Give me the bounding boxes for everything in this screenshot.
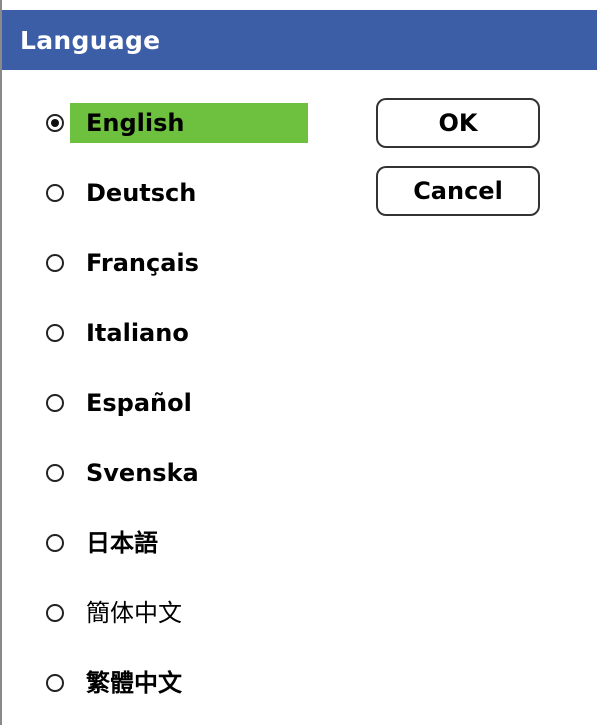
radio-unselected-icon[interactable] <box>46 184 64 202</box>
language-option-deutsch[interactable]: Deutsch <box>46 173 346 213</box>
language-dialog: Language English Deutsch Français Italia… <box>0 0 597 725</box>
language-label-japanese: 日本語 <box>86 529 158 557</box>
language-label-deutsch: Deutsch <box>86 179 197 207</box>
language-label-espanol: Español <box>86 389 192 417</box>
ok-button[interactable]: OK <box>376 98 540 148</box>
language-option-japanese[interactable]: 日本語 <box>46 523 346 563</box>
language-option-traditional-chinese[interactable]: 繁體中文 <box>46 663 346 703</box>
radio-unselected-icon[interactable] <box>46 394 64 412</box>
radio-unselected-icon[interactable] <box>46 534 64 552</box>
language-option-english[interactable]: English <box>46 103 346 143</box>
language-option-svenska[interactable]: Svenska <box>46 453 346 493</box>
language-label-francais: Français <box>86 249 199 277</box>
language-label-svenska: Svenska <box>86 459 199 487</box>
radio-unselected-icon[interactable] <box>46 604 64 622</box>
radio-unselected-icon[interactable] <box>46 254 64 272</box>
language-label-traditional-chinese: 繁體中文 <box>86 669 182 697</box>
language-option-italiano[interactable]: Italiano <box>46 313 346 353</box>
radio-unselected-icon[interactable] <box>46 464 64 482</box>
language-label-english: English <box>70 103 308 143</box>
radio-selected-icon[interactable] <box>46 114 64 132</box>
cancel-button[interactable]: Cancel <box>376 166 540 216</box>
radio-unselected-icon[interactable] <box>46 324 64 342</box>
dialog-title: Language <box>20 26 161 55</box>
language-label-simplified-chinese: 簡体中文 <box>86 599 182 627</box>
language-option-simplified-chinese[interactable]: 簡体中文 <box>46 593 346 633</box>
language-label-italiano: Italiano <box>86 319 189 347</box>
language-option-espanol[interactable]: Español <box>46 383 346 423</box>
title-bar: Language <box>2 0 597 70</box>
language-option-francais[interactable]: Français <box>46 243 346 283</box>
radio-unselected-icon[interactable] <box>46 674 64 692</box>
